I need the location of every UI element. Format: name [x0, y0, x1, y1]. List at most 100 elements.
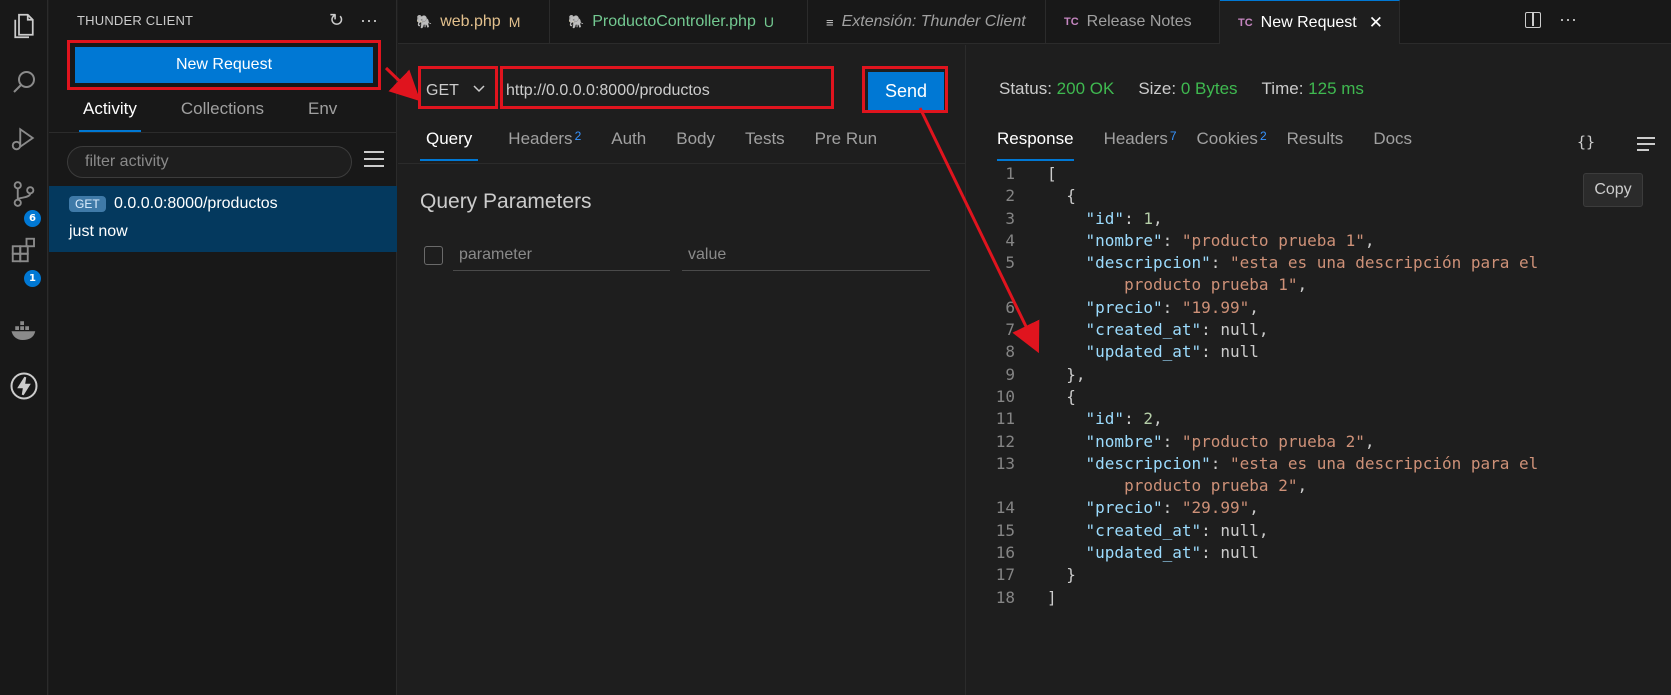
tab-body[interactable]: Body: [676, 127, 715, 159]
more-actions-icon[interactable]: ···: [1559, 9, 1577, 30]
tab-docs[interactable]: Docs: [1373, 127, 1412, 159]
editor-tab-bar: 🐘 web.php M 🐘 ProductoController.php U ≡…: [398, 0, 1671, 44]
line-number: 16: [995, 543, 1015, 563]
line-content: [: [1047, 164, 1057, 183]
tab-env[interactable]: Env: [304, 96, 341, 132]
tab-query[interactable]: Query: [420, 127, 479, 161]
code-line: 3 "id": 1,: [967, 208, 1671, 230]
code-line: 14 "precio": "29.99",: [967, 497, 1671, 519]
activity-item[interactable]: GET 0.0.0.0:8000/productos just now: [49, 186, 397, 252]
line-content: "id": 1,: [1085, 208, 1163, 228]
tab-label: web.php: [440, 13, 501, 30]
tab-cookies[interactable]: Cookies 2: [1197, 127, 1267, 159]
line-number: 2: [1005, 186, 1015, 206]
thunder-client-tab-icon: TC: [1238, 16, 1253, 29]
request-tabs: Query Headers 2 Auth Body Tests Pre Run: [420, 127, 907, 161]
split-editor-icon[interactable]: [1525, 12, 1541, 28]
size-value: 0 Bytes: [1180, 79, 1238, 98]
code-line: 7 "created_at": null,: [967, 319, 1671, 341]
close-icon[interactable]: ✕: [1369, 13, 1383, 33]
tab-label: New Request: [1260, 13, 1357, 31]
tab-response[interactable]: Response: [997, 127, 1074, 161]
line-number: 17: [995, 565, 1015, 585]
run-debug-icon[interactable]: [0, 116, 48, 160]
tab-producto-controller[interactable]: 🐘 ProductoController.php U: [550, 0, 808, 44]
explorer-icon[interactable]: [0, 4, 48, 48]
response-tabs: Response Headers 7 Cookies 2 Results Docs: [997, 127, 1442, 161]
extensions-icon[interactable]: [0, 228, 48, 272]
untracked-indicator: U: [763, 14, 774, 30]
line-content: "updated_at": null: [1085, 342, 1259, 362]
sidebar-title: THUNDER CLIENT: [77, 13, 194, 28]
size: Size: 0 Bytes: [1138, 79, 1238, 98]
line-number: 1: [1005, 164, 1015, 183]
line-number: 11: [995, 409, 1015, 429]
code-line: producto prueba 2",: [967, 475, 1671, 497]
tab-tests[interactable]: Tests: [745, 127, 785, 159]
thunder-client-icon[interactable]: [0, 364, 48, 408]
tab-collections[interactable]: Collections: [177, 96, 268, 132]
filter-activity-input[interactable]: [67, 146, 352, 178]
code-line: 8 "updated_at": null: [967, 341, 1671, 363]
response-panel: Status: 200 OK Size: 0 Bytes Time: 125 m…: [967, 45, 1671, 695]
line-content: "nombre": "producto prueba 1",: [1085, 230, 1375, 250]
extension-preview-icon: ≡: [826, 14, 834, 30]
tab-label: Release Notes: [1086, 13, 1192, 30]
tab-extension-thunder-client[interactable]: ≡ Extensión: Thunder Client: [808, 0, 1046, 44]
tab-headers[interactable]: Headers 2: [508, 127, 581, 159]
status: Status: 200 OK: [999, 79, 1115, 98]
docker-icon[interactable]: [0, 308, 48, 352]
menu-icon[interactable]: [1637, 137, 1655, 155]
search-icon[interactable]: [0, 60, 48, 104]
line-content: ]: [1047, 587, 1057, 607]
tab-label: ProductoController.php: [592, 13, 756, 30]
tab-web-php[interactable]: 🐘 web.php M: [398, 0, 550, 44]
tab-auth[interactable]: Auth: [611, 127, 646, 159]
line-content: "nombre": "producto prueba 2",: [1085, 431, 1375, 451]
source-control-icon[interactable]: [0, 172, 48, 216]
modified-indicator: M: [508, 14, 521, 30]
line-content: "created_at": null,: [1085, 320, 1269, 340]
parameter-input[interactable]: [453, 239, 670, 271]
status-value: 200 OK: [1056, 79, 1115, 98]
code-line: 6 "precio": "19.99",: [967, 297, 1671, 319]
filter-menu-icon[interactable]: [364, 151, 384, 169]
code-line: 10 {: [967, 386, 1671, 408]
line-content: "descripcion": "esta es una descripción …: [1085, 453, 1539, 473]
code-line: 13 "descripcion": "esta es una descripci…: [967, 453, 1671, 475]
tab-pre-run[interactable]: Pre Run: [815, 127, 877, 159]
refresh-icon[interactable]: ↻: [329, 10, 344, 31]
line-content: "id": 2,: [1085, 409, 1163, 429]
send-button[interactable]: Send: [868, 72, 944, 110]
param-checkbox[interactable]: [424, 246, 443, 265]
tab-release-notes[interactable]: TC Release Notes: [1046, 0, 1220, 44]
line-number: 4: [1005, 230, 1015, 250]
query-parameters-title: Query Parameters: [420, 190, 592, 213]
headers-count: 2: [574, 129, 582, 143]
code-line: 18]: [967, 587, 1671, 609]
line-content: producto prueba 2",: [1124, 476, 1308, 496]
code-line: 11 "id": 2,: [967, 408, 1671, 430]
thunder-client-sidebar: THUNDER CLIENT ↻ ··· New Request Activit…: [49, 0, 397, 695]
line-content: "updated_at": null: [1085, 543, 1259, 563]
braces-icon[interactable]: {}: [1577, 133, 1595, 151]
tab-response-headers[interactable]: Headers 7: [1104, 127, 1177, 159]
activity-bar: 6 1: [0, 0, 48, 695]
method-select[interactable]: GET: [420, 73, 492, 109]
more-actions-icon[interactable]: ···: [360, 10, 378, 31]
line-content: "precio": "19.99",: [1085, 297, 1259, 317]
php-file-icon: 🐘: [416, 14, 433, 29]
code-line: 2 {: [967, 185, 1671, 207]
code-line: 17 }: [967, 564, 1671, 586]
method-value: GET: [426, 82, 459, 99]
code-line: 12 "nombre": "producto prueba 2",: [967, 431, 1671, 453]
tab-new-request[interactable]: TC New Request ✕: [1220, 0, 1400, 44]
new-request-button[interactable]: New Request: [75, 47, 373, 83]
activity-time: just now: [69, 223, 128, 240]
tab-activity[interactable]: Activity: [79, 96, 141, 132]
response-headers-count: 7: [1169, 129, 1177, 143]
tab-results[interactable]: Results: [1287, 127, 1344, 159]
code-line: 9 },: [967, 364, 1671, 386]
value-input[interactable]: [682, 239, 930, 271]
url-input[interactable]: [502, 73, 836, 109]
